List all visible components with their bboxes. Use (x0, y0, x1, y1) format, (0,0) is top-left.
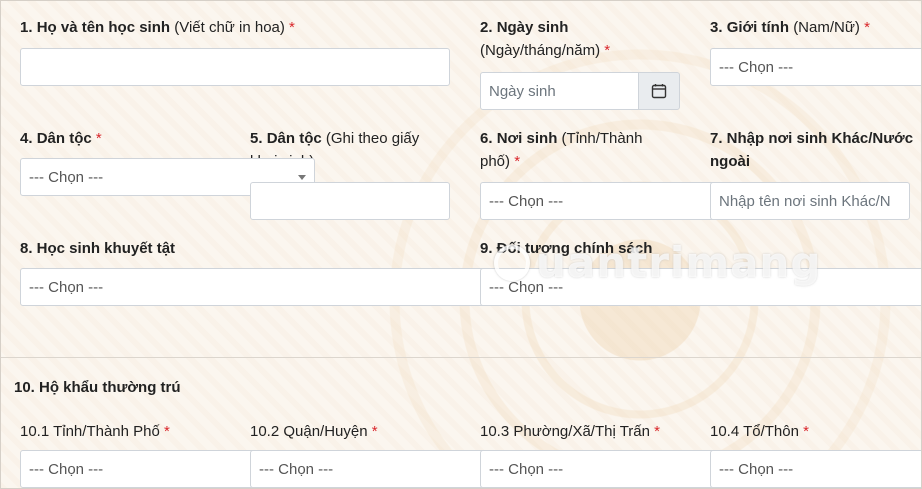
label-province: 10.1 Tỉnh/Thành Phố * (20, 423, 170, 440)
label-birth-place: 6. Nơi sinh (Tỉnh/Thành phố) * (480, 130, 643, 170)
district-select[interactable]: --- Chọn --- (250, 450, 490, 488)
label-other-birth-place: 7. Nhập nơi sinh Khác/Nước ngoài (710, 130, 914, 170)
ethnicity-birth-cert-input[interactable] (250, 182, 450, 220)
label-ward: 10.3 Phường/Xã/Thị Trấn * (480, 423, 660, 440)
section-divider (0, 357, 922, 358)
section-title-residence: 10. Hộ khẩu thường trú (14, 379, 181, 396)
calendar-button[interactable] (638, 72, 680, 110)
birth-date-input[interactable]: Ngày sinh (480, 72, 640, 110)
chevron-down-icon (298, 175, 306, 180)
hamlet-select[interactable]: --- Chọn --- (710, 450, 922, 488)
label-district: 10.2 Quận/Huyện * (250, 423, 378, 440)
student-name-input[interactable] (20, 48, 450, 86)
label-ethnicity: 4. Dân tộc * (20, 130, 102, 147)
ward-select[interactable]: --- Chọn --- (480, 450, 720, 488)
label-hamlet: 10.4 Tổ/Thôn * (710, 423, 809, 440)
watermark: uantrimang (494, 238, 821, 287)
gender-select[interactable]: --- Chọn --- (710, 48, 922, 86)
label-birth-date: 2. Ngày sinh (Ngày/tháng/năm) * (480, 19, 611, 59)
label-gender: 3. Giới tính (Nam/Nữ) * (710, 19, 870, 36)
label-student-name: 1. Họ và tên học sinh (Viết chữ in hoa) … (20, 19, 295, 36)
quantrimang-logo (494, 244, 530, 281)
other-birth-place-input[interactable]: Nhập tên nơi sinh Khác/N (710, 182, 910, 220)
province-select[interactable]: --- Chọn --- (20, 450, 260, 488)
label-disability: 8. Học sinh khuyết tật (20, 240, 176, 257)
disability-select[interactable]: --- Chọn --- (20, 268, 500, 306)
birth-place-select[interactable]: --- Chọn --- (480, 182, 720, 220)
calendar-icon (651, 84, 667, 99)
